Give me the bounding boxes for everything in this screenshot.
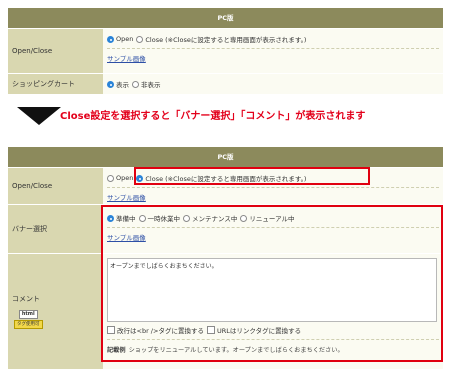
option-label: 表示 xyxy=(116,81,129,89)
radio-renewal[interactable]: リニューアル中 xyxy=(240,213,295,223)
radio-close[interactable]: Close (※Closeに設定すると専用画面が表示されます。) xyxy=(136,173,306,183)
radio-unselected-icon xyxy=(138,214,146,222)
html-badge-label: html xyxy=(18,310,38,319)
row-value: 準備中 一時休業中 メンテナンス中 リニューアル中 サンプル画像 xyxy=(103,205,443,253)
option-label: 準備中 xyxy=(116,215,136,223)
row-label: コメント html タグ使用可 xyxy=(8,254,103,369)
checkbox-icon xyxy=(107,326,115,334)
option-label: Open xyxy=(116,35,134,43)
radio-hide[interactable]: 非表示 xyxy=(132,79,161,89)
radio-selected-icon xyxy=(107,35,114,43)
checkbox-br-replace[interactable]: 改行は<br />タグに置換する xyxy=(107,325,204,335)
row-value: 表示 非表示 xyxy=(103,74,443,94)
radio-selected-icon xyxy=(136,174,144,182)
radio-unselected-icon xyxy=(107,174,114,182)
panel-header: PC版 xyxy=(8,147,443,168)
radio-unselected-icon xyxy=(132,80,139,88)
radio-open[interactable]: Open xyxy=(107,174,133,182)
tag-allowed-label: タグ使用可 xyxy=(14,320,43,329)
row-value: オープンまでしばらくおまちください。 改行は<br />タグに置換する URLは… xyxy=(103,254,443,369)
option-label: Close (※Closeに設定すると専用画面が表示されます。) xyxy=(145,36,307,44)
radio-maintenance[interactable]: メンテナンス中 xyxy=(183,213,237,223)
instruction-caption: Close設定を選択すると「バナー選択」「コメント」が表示されます xyxy=(60,111,366,122)
banner-select-row: バナー選択 準備中 一時休業中 メンテナンス中 リニューアル中 サンプル画像 xyxy=(8,205,443,254)
example-text: 記載例 ショップをリニューアルしています。オープンまでしばらくおまちください。 xyxy=(107,343,439,355)
comment-textarea[interactable]: オープンまでしばらくおまちください。 xyxy=(107,258,437,322)
openclose-row: Open/Close Open Close (※Closeに設定すると専用画面が… xyxy=(8,168,443,205)
shopping-cart-row: ショッピングカート 表示 非表示 xyxy=(8,74,443,95)
row-label: バナー選択 xyxy=(8,205,103,253)
checkbox-url-replace[interactable]: URLはリンクタグに置換する xyxy=(206,325,302,335)
radio-close[interactable]: Close (※Closeに設定すると専用画面が表示されます。) xyxy=(136,34,306,44)
option-label: メンテナンス中 xyxy=(192,215,238,223)
example-label: 記載例 xyxy=(107,346,126,354)
example-value: ショップをリニューアルしています。オープンまでしばらくおまちください。 xyxy=(128,346,344,354)
html-tag-badge: html タグ使用可 xyxy=(14,310,43,329)
radio-selected-icon xyxy=(107,80,114,88)
radio-unselected-icon xyxy=(136,35,144,43)
comment-row: コメント html タグ使用可 オープンまでしばらくおまちください。 改行は<b… xyxy=(8,254,443,370)
checkbox-label: URLはリンクタグに置換する xyxy=(216,327,302,335)
option-label: 非表示 xyxy=(141,81,161,89)
comment-label: コメント xyxy=(12,295,40,303)
sample-image-link[interactable]: サンプル画像 xyxy=(107,53,146,63)
row-label: Open/Close xyxy=(8,29,103,73)
option-label: Open xyxy=(116,174,134,182)
row-value: Open Close (※Closeに設定すると専用画面が表示されます。) サン… xyxy=(103,29,443,73)
radio-selected-icon xyxy=(107,214,114,222)
radio-temporary-closed[interactable]: 一時休業中 xyxy=(138,213,181,223)
row-label: Open/Close xyxy=(8,168,103,204)
option-label: Close (※Closeに設定すると専用画面が表示されます。) xyxy=(145,175,307,183)
radio-unselected-icon xyxy=(183,214,190,222)
divider xyxy=(107,339,439,340)
radio-unselected-icon xyxy=(240,214,248,222)
row-value: Open Close (※Closeに設定すると専用画面が表示されます。) サン… xyxy=(103,168,443,204)
down-arrow-icon xyxy=(17,107,61,125)
radio-show[interactable]: 表示 xyxy=(107,79,129,89)
row-label: ショッピングカート xyxy=(8,74,103,94)
checkbox-label: 改行は<br />タグに置換する xyxy=(117,327,204,335)
option-label: リニューアル中 xyxy=(249,215,295,223)
divider xyxy=(107,227,439,228)
sample-image-link[interactable]: サンプル画像 xyxy=(107,232,146,242)
radio-preparing[interactable]: 準備中 xyxy=(107,213,136,223)
sample-image-link[interactable]: サンプル画像 xyxy=(107,192,146,202)
radio-open[interactable]: Open xyxy=(107,35,133,43)
divider xyxy=(107,48,439,49)
panel-header: PC版 xyxy=(8,8,443,29)
bottom-settings-panel: PC版 Open/Close Open Close (※Closeに設定すると専… xyxy=(8,147,443,370)
divider xyxy=(107,187,439,188)
top-settings-panel: PC版 Open/Close Open Close (※Closeに設定すると専… xyxy=(8,8,443,95)
option-label: 一時休業中 xyxy=(147,215,181,223)
checkbox-icon xyxy=(206,326,215,334)
openclose-row: Open/Close Open Close (※Closeに設定すると専用画面が… xyxy=(8,29,443,74)
